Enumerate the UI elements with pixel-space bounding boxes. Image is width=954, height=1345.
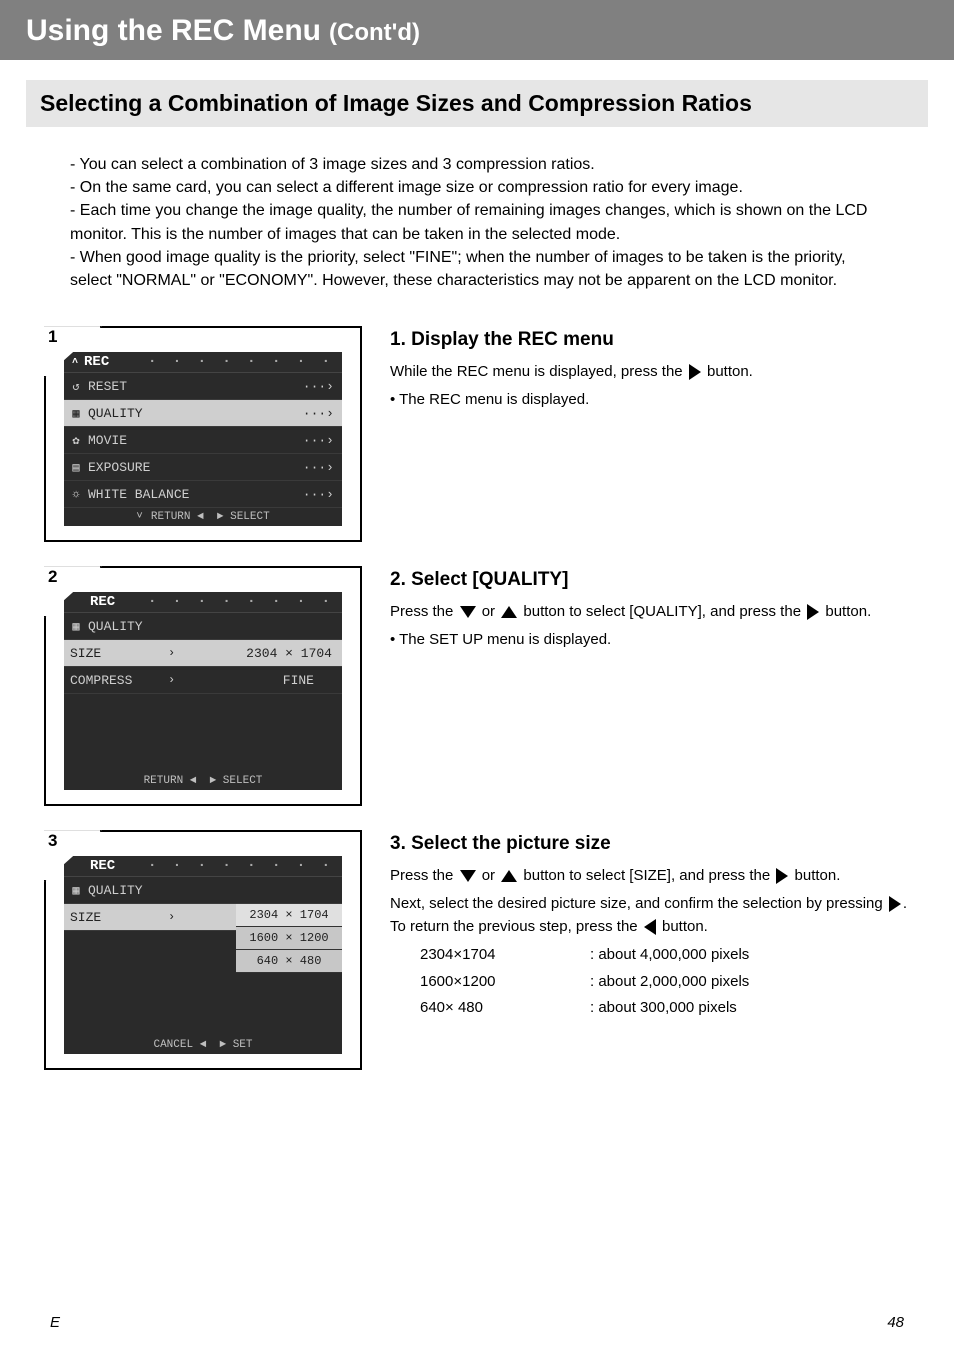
size-description-list: 2304×1704: about 4,000,000 pixels 1600×1… [420, 944, 910, 1020]
screen-subtitle: ▦QUALITY [64, 613, 342, 640]
chevron-right-icon: › [168, 673, 175, 687]
screenshot-1: 1 ˄REC· · · · · · · · ↺RESET···› ▦QUALIT… [44, 326, 362, 542]
step-2-bullet: • The SET UP menu is displayed. [390, 629, 871, 652]
menu-item-quality[interactable]: ▦QUALITY···› [64, 400, 342, 427]
step-1-bullet: • The REC menu is displayed. [390, 389, 753, 412]
step-1: 1 ˄REC· · · · · · · · ↺RESET···› ▦QUALIT… [44, 326, 910, 542]
quality-icon: ▦ [64, 619, 88, 634]
size-options: 2304 × 1704 1600 × 1200 640 × 480 [236, 904, 342, 973]
triangle-down-icon [460, 606, 476, 618]
intro-line: - On the same card, you can select a dif… [70, 176, 884, 199]
white-balance-icon: ☼ [64, 487, 88, 501]
screen-footer: RETURN ◄ ► SELECT [64, 772, 342, 790]
triangle-right-icon [807, 604, 819, 620]
step-2: 2 REC· · · · · · · · ▦QUALITY SIZE›2304 … [44, 566, 910, 806]
size-option[interactable]: 640 × 480 [236, 950, 342, 973]
step-2-title: 2. Select [QUALITY] [390, 566, 871, 595]
menu-item-size[interactable]: SIZE›2304 × 1704 [64, 640, 342, 667]
screenshot-3: 3 REC· · · · · · · · ▦QUALITY SIZE› 2304… [44, 830, 362, 1070]
menu-item-exposure[interactable]: ▤EXPOSURE···› [64, 454, 342, 481]
page-header: Using the REC Menu (Cont'd) [0, 0, 954, 60]
chevron-right-icon: › [168, 646, 175, 660]
screenshot-2: 2 REC· · · · · · · · ▦QUALITY SIZE›2304 … [44, 566, 362, 806]
menu-item-whitebalance[interactable]: ☼WHITE BALANCE···› [64, 481, 342, 508]
exposure-icon: ▤ [64, 460, 88, 475]
header-subtitle: (Cont'd) [329, 19, 420, 47]
intro-line: - You can select a combination of 3 imag… [70, 153, 884, 176]
quality-icon: ▦ [64, 406, 88, 421]
header-title: Using the REC Menu [26, 14, 321, 48]
screen-footer: CANCEL ◄ ► SET [64, 1036, 342, 1054]
step-3-title: 3. Select the picture size [390, 830, 910, 859]
screen-title: ˄REC· · · · · · · · [64, 352, 342, 373]
quality-icon: ▦ [64, 883, 88, 898]
more-icon: ···› [303, 487, 342, 502]
step-1-text: 1. Display the REC menu While the REC me… [390, 326, 753, 418]
more-icon: ···› [303, 379, 342, 394]
triangle-up-icon [501, 870, 517, 882]
menu-item-movie[interactable]: ✿MOVIE···› [64, 427, 342, 454]
menu-item-compress[interactable]: COMPRESS›FINE [64, 667, 342, 694]
intro-text: - You can select a combination of 3 imag… [70, 153, 884, 292]
intro-line: - Each time you change the image quality… [70, 199, 884, 245]
step-1-title: 1. Display the REC menu [390, 326, 753, 355]
screen-title: REC· · · · · · · · [64, 856, 342, 877]
screen-footer: ˅RETURN ◄ ► SELECT [64, 508, 342, 526]
intro-line: - When good image quality is the priorit… [70, 246, 884, 292]
more-icon: ···› [303, 460, 342, 475]
chevron-right-icon: › [168, 910, 175, 924]
more-icon: ···› [303, 406, 342, 421]
triangle-down-icon [460, 870, 476, 882]
reset-icon: ↺ [64, 379, 88, 394]
size-option[interactable]: 2304 × 1704 [236, 904, 342, 927]
triangle-right-icon [776, 868, 788, 884]
triangle-up-icon [501, 606, 517, 618]
chevron-up-icon: ˄ [72, 357, 78, 368]
size-option[interactable]: 1600 × 1200 [236, 927, 342, 950]
menu-item-reset[interactable]: ↺RESET···› [64, 373, 342, 400]
screen-title: REC· · · · · · · · [64, 592, 342, 613]
chevron-down-icon: ˅ [136, 511, 143, 523]
more-icon: ···› [303, 433, 342, 448]
step-3-text: 3. Select the picture size Press the or … [390, 830, 910, 1024]
triangle-right-icon [689, 364, 701, 380]
triangle-right-icon [889, 896, 901, 912]
step-3: 3 REC· · · · · · · · ▦QUALITY SIZE› 2304… [44, 830, 910, 1070]
triangle-left-icon [644, 919, 656, 935]
screen-subtitle: ▦QUALITY [64, 877, 342, 904]
page-footer-left: E [50, 1314, 60, 1331]
movie-icon: ✿ [64, 433, 88, 448]
page-footer-right: 48 [887, 1314, 904, 1331]
step-2-text: 2. Select [QUALITY] Press the or button … [390, 566, 871, 658]
section-title: Selecting a Combination of Image Sizes a… [26, 80, 928, 127]
